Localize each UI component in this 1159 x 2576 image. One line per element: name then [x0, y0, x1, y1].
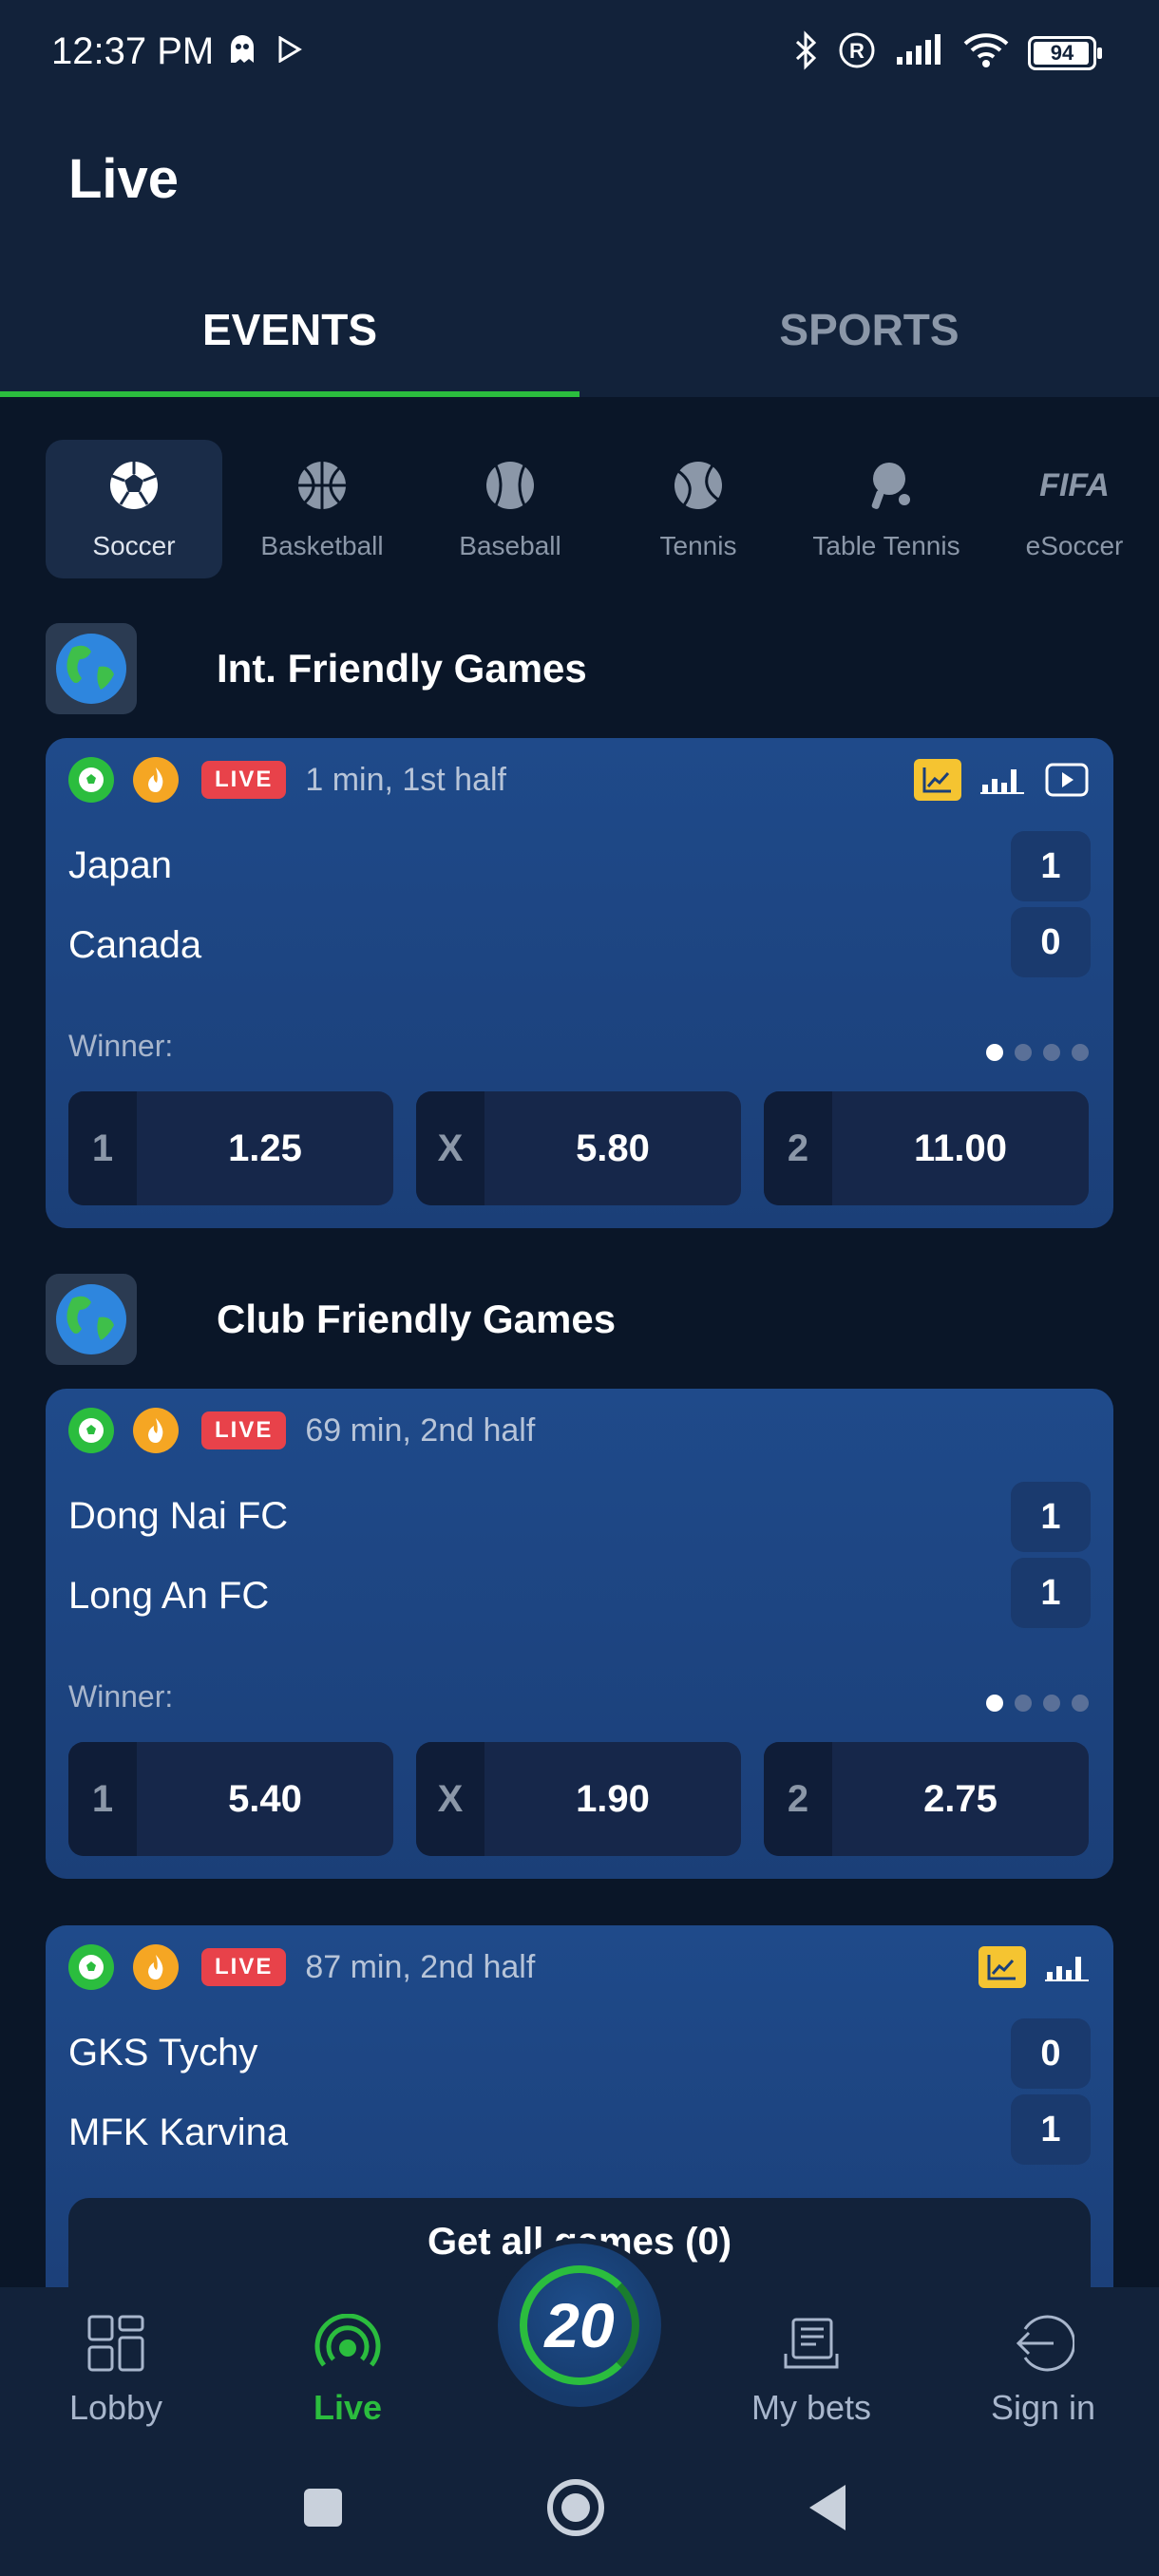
bluetooth-icon — [794, 30, 819, 75]
away-team: MFK Karvina — [68, 2112, 289, 2153]
nav-lobby[interactable]: Lobby — [21, 2312, 211, 2428]
pager-dot — [1015, 1044, 1032, 1061]
ghost-icon — [228, 34, 256, 69]
odds-row: 1 5.40 X 1.90 2 2.75 — [68, 1742, 1089, 1856]
ping-pong-icon — [860, 459, 913, 512]
chart-icon[interactable] — [978, 1946, 1026, 1988]
away-score: 0 — [1011, 907, 1091, 977]
back-triangle-icon[interactable] — [806, 2481, 849, 2539]
away-team: Canada — [68, 924, 202, 966]
svg-text:R: R — [849, 39, 864, 63]
tab-events[interactable]: EVENTS — [0, 285, 580, 397]
sign-in-icon — [1012, 2312, 1074, 2375]
baseball-icon — [484, 459, 537, 512]
sport-tennis[interactable]: Tennis — [610, 440, 787, 578]
stats-bars-icon[interactable] — [1043, 1946, 1091, 1988]
broadcast-icon — [314, 2312, 381, 2375]
match-card[interactable]: LIVE 69 min, 2nd half Dong Nai FC 1 Long… — [46, 1389, 1113, 1879]
status-time: 12:37 PM — [51, 30, 215, 72]
sport-table-tennis[interactable]: Table Tennis — [798, 440, 975, 578]
odd-button-home[interactable]: 1 5.40 — [68, 1742, 393, 1856]
odd-button-draw[interactable]: X 1.90 — [416, 1742, 741, 1856]
video-play-icon[interactable] — [1043, 759, 1091, 801]
soccer-ball-icon — [68, 757, 114, 803]
market-pager[interactable] — [986, 1695, 1089, 1712]
play-store-icon — [277, 35, 302, 67]
home-team: Japan — [68, 844, 172, 886]
grid-icon — [86, 2312, 145, 2375]
page-title: Live — [68, 148, 180, 210]
sport-basketball[interactable]: Basketball — [234, 440, 410, 578]
pager-dot — [986, 1695, 1003, 1712]
wifi-icon — [963, 32, 1009, 73]
market-label: Winner: — [68, 1029, 174, 1063]
fire-icon — [133, 1944, 179, 1990]
home-score: 1 — [1011, 831, 1091, 901]
odd-button-draw[interactable]: X 5.80 — [416, 1091, 741, 1205]
pager-dot — [1072, 1695, 1089, 1712]
league-header[interactable]: Club Friendly Games — [46, 1274, 616, 1365]
soccer-ball-icon — [68, 1408, 114, 1453]
home-team: GKS Tychy — [68, 2032, 258, 2074]
odd-button-away[interactable]: 2 11.00 — [764, 1091, 1089, 1205]
stats-bars-icon[interactable] — [978, 759, 1026, 801]
sports-filter-row: Soccer Basketball Baseball Tennis Table … — [46, 440, 1159, 578]
fire-icon — [133, 1408, 179, 1453]
market-pager[interactable] — [986, 1044, 1089, 1061]
promo-center-button[interactable]: 20 — [492, 2238, 667, 2413]
pager-dot — [1072, 1044, 1089, 1061]
signal-icon — [895, 34, 944, 71]
home-score: 1 — [1011, 1482, 1091, 1552]
league-name: Int. Friendly Games — [217, 646, 587, 691]
odd-button-away[interactable]: 2 2.75 — [764, 1742, 1089, 1856]
live-badge: LIVE — [201, 1411, 287, 1449]
live-badge: LIVE — [201, 761, 287, 799]
status-bar: 12:37 PM R 94 — [0, 0, 1159, 104]
soccer-ball-icon — [68, 1944, 114, 1990]
nav-my-bets[interactable]: My bets — [716, 2312, 906, 2428]
league-header[interactable]: Int. Friendly Games — [46, 623, 587, 714]
match-time: 87 min, 2nd half — [305, 1948, 536, 1985]
home-circle-icon[interactable] — [545, 2477, 606, 2543]
basketball-icon — [295, 459, 349, 512]
market-label: Winner: — [68, 1679, 174, 1714]
pager-dot — [1043, 1695, 1060, 1712]
match-time: 69 min, 2nd half — [305, 1411, 536, 1449]
tennis-ball-icon — [672, 459, 725, 512]
pager-dot — [1043, 1044, 1060, 1061]
promo-ring: 20 — [520, 2265, 639, 2385]
match-time: 1 min, 1st half — [305, 761, 506, 798]
fire-icon — [133, 757, 179, 803]
system-nav-bar — [0, 2439, 1159, 2576]
sport-baseball[interactable]: Baseball — [422, 440, 598, 578]
globe-icon — [46, 1274, 137, 1365]
battery-indicator: 94 — [1028, 35, 1102, 70]
odd-button-home[interactable]: 1 1.25 — [68, 1091, 393, 1205]
live-badge: LIVE — [201, 1948, 287, 1986]
ticket-icon — [782, 2312, 841, 2375]
globe-icon — [46, 623, 137, 714]
nav-live[interactable]: Live — [253, 2312, 443, 2428]
league-name: Club Friendly Games — [217, 1297, 617, 1341]
home-team: Dong Nai FC — [68, 1495, 289, 1537]
recents-square-icon[interactable] — [302, 2487, 344, 2533]
nav-sign-in[interactable]: Sign in — [948, 2312, 1138, 2428]
home-score: 0 — [1011, 2018, 1091, 2089]
fifa-icon: FIFA — [1039, 466, 1110, 503]
registered-icon: R — [838, 31, 876, 74]
pager-dot — [1015, 1695, 1032, 1712]
sport-esoccer[interactable]: FIFA eSoccer — [986, 440, 1159, 578]
sport-soccer[interactable]: Soccer — [46, 440, 222, 578]
away-score: 1 — [1011, 2094, 1091, 2165]
tab-bar: EVENTS SPORTS — [0, 285, 1159, 397]
tab-sports[interactable]: SPORTS — [580, 285, 1159, 397]
pager-dot — [986, 1044, 1003, 1061]
away-score: 1 — [1011, 1558, 1091, 1628]
odds-row: 1 1.25 X 5.80 2 11.00 — [68, 1091, 1089, 1205]
match-card[interactable]: LIVE 1 min, 1st half Japan 1 Canada 0 Wi… — [46, 738, 1113, 1228]
soccer-ball-icon — [107, 459, 161, 512]
away-team: Long An FC — [68, 1575, 270, 1617]
chart-icon[interactable] — [914, 759, 961, 801]
